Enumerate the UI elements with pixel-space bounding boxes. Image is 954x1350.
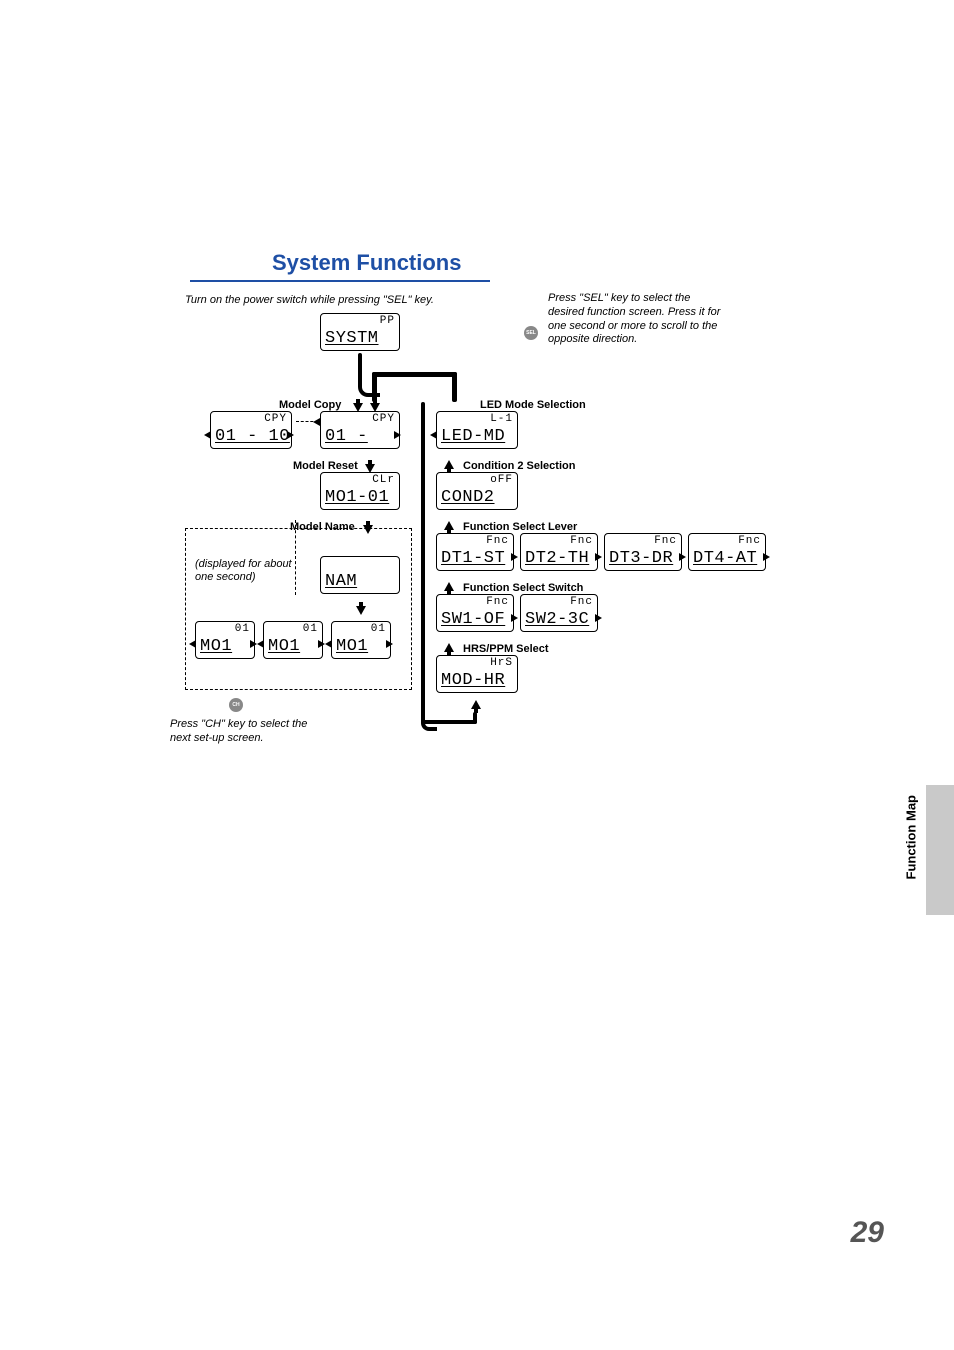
lcd-cpy-dest-main: 01 - 10 xyxy=(215,427,289,446)
lcd-mo1c-top: 01 xyxy=(371,623,386,635)
lcd-hrs: HrS MOD-HR xyxy=(436,655,518,693)
connector xyxy=(358,353,362,377)
label-hrs: HRS/PPM Select xyxy=(463,643,549,655)
lcd-mo1b-main: MO1 xyxy=(268,637,320,656)
label-fss: Function Select Switch xyxy=(463,582,583,594)
lcd-cpy-src: CPY 01 - xyxy=(320,411,400,449)
lcd-dt2: Fnc DT2-TH xyxy=(520,533,598,571)
tri-right-icon xyxy=(595,614,602,622)
lcd-systm: PP SYSTM xyxy=(320,313,400,351)
lcd-sw2: Fnc SW2-3C xyxy=(520,594,598,632)
note-displayed: (displayed for about one second) xyxy=(195,558,307,584)
note-ch: Press "CH" key to select the next set-up… xyxy=(170,718,320,746)
lcd-dt1-main: DT1-ST xyxy=(441,549,511,568)
side-tab-label: Function Map xyxy=(903,795,918,880)
arrow-up-icon xyxy=(444,643,454,652)
label-cond2: Condition 2 Selection xyxy=(463,460,575,472)
lcd-cond2-main: COND2 xyxy=(441,488,515,507)
label-model-reset: Model Reset xyxy=(293,460,358,472)
connector-corner xyxy=(421,715,437,731)
lcd-systm-main: SYSTM xyxy=(325,329,397,348)
ch-key-icon: CH xyxy=(229,698,243,712)
arrow-up-icon xyxy=(471,700,481,709)
lcd-nam-main: NAM xyxy=(325,572,397,591)
arrow-up-icon xyxy=(444,582,454,591)
connector xyxy=(372,372,457,377)
lcd-nam: NAM xyxy=(320,556,400,594)
lcd-cond2: oFF COND2 xyxy=(436,472,518,510)
label-model-copy: Model Copy xyxy=(279,399,341,411)
arrow-up-icon xyxy=(444,521,454,530)
lcd-sw1: Fnc SW1-OF xyxy=(436,594,514,632)
lcd-reset: CLr MO1-01 xyxy=(320,472,400,510)
lcd-cpy-src-top: CPY xyxy=(372,413,395,425)
page-title: System Functions xyxy=(272,250,461,276)
connector xyxy=(452,372,457,402)
lcd-reset-top: CLr xyxy=(372,474,395,486)
tri-left-icon xyxy=(313,418,320,426)
lcd-mo1c: 01 MO1 xyxy=(331,621,391,659)
lcd-sw2-main: SW2-3C xyxy=(525,610,595,629)
tri-left-icon xyxy=(430,431,437,439)
lcd-mo1a: 01 MO1 xyxy=(195,621,255,659)
lcd-dt4-main: DT4-AT xyxy=(693,549,763,568)
tri-left-icon xyxy=(325,640,332,648)
tri-right-icon xyxy=(287,431,294,439)
lcd-cpy-dest-top: CPY xyxy=(264,413,287,425)
page-number: 29 xyxy=(851,1216,884,1250)
lcd-dt4-top: Fnc xyxy=(738,535,761,547)
lcd-dt2-top: Fnc xyxy=(570,535,593,547)
label-led: LED Mode Selection xyxy=(480,399,586,411)
lcd-sw1-main: SW1-OF xyxy=(441,610,511,629)
note-power-sel: Turn on the power switch while pressing … xyxy=(185,294,434,306)
tri-left-icon xyxy=(204,431,211,439)
lcd-mo1b-top: 01 xyxy=(303,623,318,635)
connector xyxy=(421,402,425,724)
tri-right-icon xyxy=(250,640,257,648)
lcd-dt3: Fnc DT3-DR xyxy=(604,533,682,571)
tri-right-icon xyxy=(386,640,393,648)
lcd-dt3-main: DT3-DR xyxy=(609,549,679,568)
lcd-dt3-top: Fnc xyxy=(654,535,677,547)
title-underline xyxy=(190,280,490,282)
lcd-dt4: Fnc DT4-AT xyxy=(688,533,766,571)
lcd-led-main: LED-MD xyxy=(441,427,515,446)
tri-right-icon xyxy=(763,553,770,561)
tri-right-icon xyxy=(394,431,401,439)
tri-left-icon xyxy=(189,640,196,648)
lcd-mo1c-main: MO1 xyxy=(336,637,388,656)
lcd-led-top: L-1 xyxy=(490,413,513,425)
connector-corner xyxy=(358,375,380,397)
lcd-reset-main: MO1-01 xyxy=(325,488,397,507)
lcd-mo1a-main: MO1 xyxy=(200,637,252,656)
lcd-cpy-dest: CPY 01 - 10 xyxy=(210,411,292,449)
tri-right-icon xyxy=(511,553,518,561)
lcd-hrs-main: MOD-HR xyxy=(441,671,515,690)
lcd-hrs-top: HrS xyxy=(490,657,513,669)
lcd-dt2-main: DT2-TH xyxy=(525,549,595,568)
lcd-led: L-1 LED-MD xyxy=(436,411,518,449)
sel-key-icon: SEL xyxy=(524,326,538,340)
tri-right-icon xyxy=(318,640,325,648)
tri-left-icon xyxy=(257,640,264,648)
lcd-systm-top: PP xyxy=(380,315,395,327)
lcd-dt1-top: Fnc xyxy=(486,535,509,547)
dashed-connector xyxy=(296,421,318,422)
tri-right-icon xyxy=(511,614,518,622)
lcd-mo1a-top: 01 xyxy=(235,623,250,635)
arrow-down-icon xyxy=(356,606,366,615)
lcd-cpy-src-main: 01 - xyxy=(325,427,397,446)
tri-right-icon xyxy=(595,553,602,561)
side-tab xyxy=(926,785,954,915)
label-fsl: Function Select Lever xyxy=(463,521,577,533)
note-sel: Press "SEL" key to select the desired fu… xyxy=(548,292,728,347)
tri-right-icon xyxy=(679,553,686,561)
arrow-up-icon xyxy=(444,460,454,469)
lcd-dt1: Fnc DT1-ST xyxy=(436,533,514,571)
lcd-sw1-top: Fnc xyxy=(486,596,509,608)
lcd-mo1b: 01 MO1 xyxy=(263,621,323,659)
lcd-cond2-top: oFF xyxy=(490,474,513,486)
lcd-sw2-top: Fnc xyxy=(570,596,593,608)
